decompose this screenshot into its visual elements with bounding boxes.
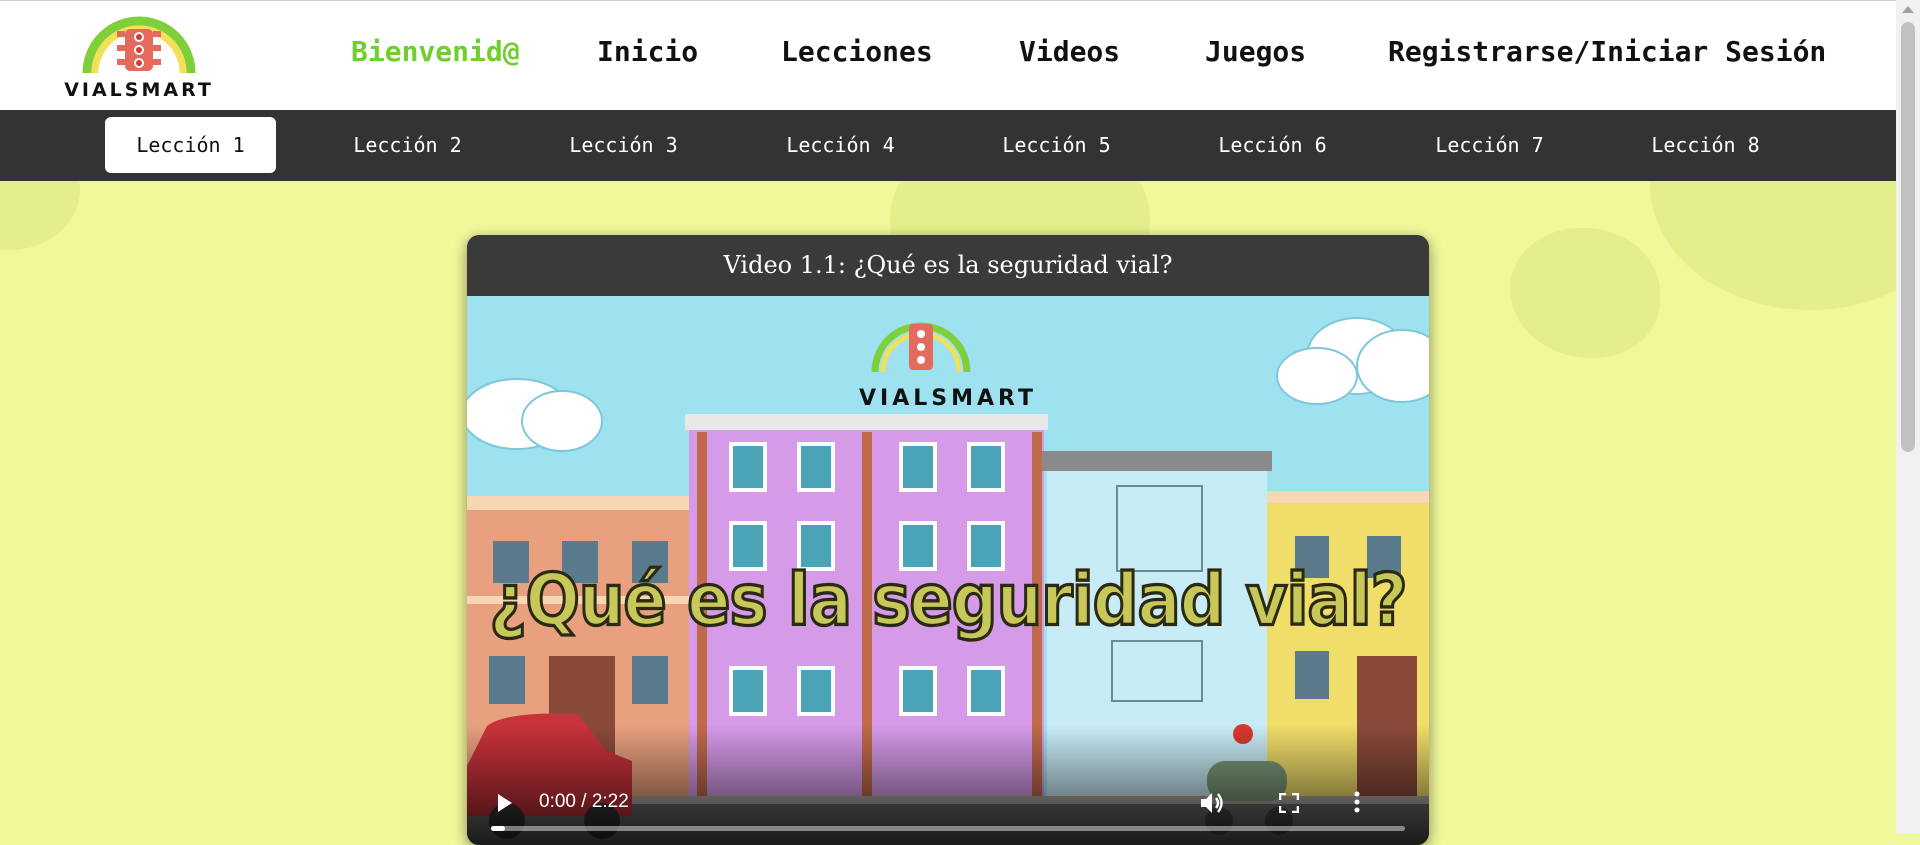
video-brand-overlay: VIALSMART [859, 386, 1037, 411]
video-controls: 0:00 / 2:22 [467, 725, 1429, 845]
tab-leccion-8[interactable]: Lección 8 [1620, 117, 1791, 173]
scroll-up-arrow[interactable] [1902, 6, 1914, 13]
nav-item-juegos[interactable]: Juegos [1205, 35, 1306, 68]
video-headline-overlay: ¿Qué es la seguridad vial? [488, 558, 1409, 644]
video-time: 0:00 / 2:22 [539, 791, 629, 812]
tab-leccion-4[interactable]: Lección 4 [755, 117, 926, 173]
nav-item-lecciones[interactable]: Lecciones [781, 35, 933, 68]
volume-icon[interactable] [1199, 791, 1225, 819]
page-scrollbar[interactable] [1896, 0, 1920, 834]
nav-item-videos[interactable]: Videos [1019, 35, 1120, 68]
nav-item-bienvenido[interactable]: Bienvenid@ [351, 35, 520, 68]
video-progress-bar[interactable] [491, 826, 1405, 831]
fullscreen-icon[interactable] [1278, 792, 1300, 817]
tab-leccion-6[interactable]: Lección 6 [1187, 117, 1358, 173]
video-title: Video 1.1: ¿Qué es la seguridad vial? [723, 251, 1173, 279]
tab-leccion-2[interactable]: Lección 2 [322, 117, 493, 173]
more-vertical-icon[interactable] [1353, 791, 1361, 817]
video-progress-fill [491, 826, 505, 831]
nav-item-registrarse[interactable]: Registrarse/Iniciar Sesión [1388, 35, 1826, 68]
top-navigation-bar: VIALSMART Bienvenid@ Inicio Lecciones Vi… [0, 0, 1896, 110]
background-blob [1510, 228, 1660, 358]
nav-item-inicio[interactable]: Inicio [597, 35, 698, 68]
tab-leccion-3[interactable]: Lección 3 [538, 117, 709, 173]
scroll-thumb[interactable] [1901, 22, 1915, 452]
tab-leccion-5[interactable]: Lección 5 [971, 117, 1142, 173]
traffic-light-icon [82, 16, 196, 74]
tab-leccion-7[interactable]: Lección 7 [1404, 117, 1575, 173]
tab-leccion-1[interactable]: Lección 1 [105, 117, 276, 173]
video-player[interactable]: VIALSMART ¿Qué es la seguridad vial? 0:0… [467, 296, 1429, 845]
lesson-tabs-bar: Lección 1 Lección 2 Lección 3 Lección 4 … [0, 110, 1896, 181]
video-card: Video 1.1: ¿Qué es la seguridad vial? VI… [467, 235, 1429, 845]
site-logo[interactable]: VIALSMART [44, 7, 234, 105]
logo-wordmark: VIALSMART [64, 79, 214, 101]
play-icon[interactable] [497, 793, 513, 817]
